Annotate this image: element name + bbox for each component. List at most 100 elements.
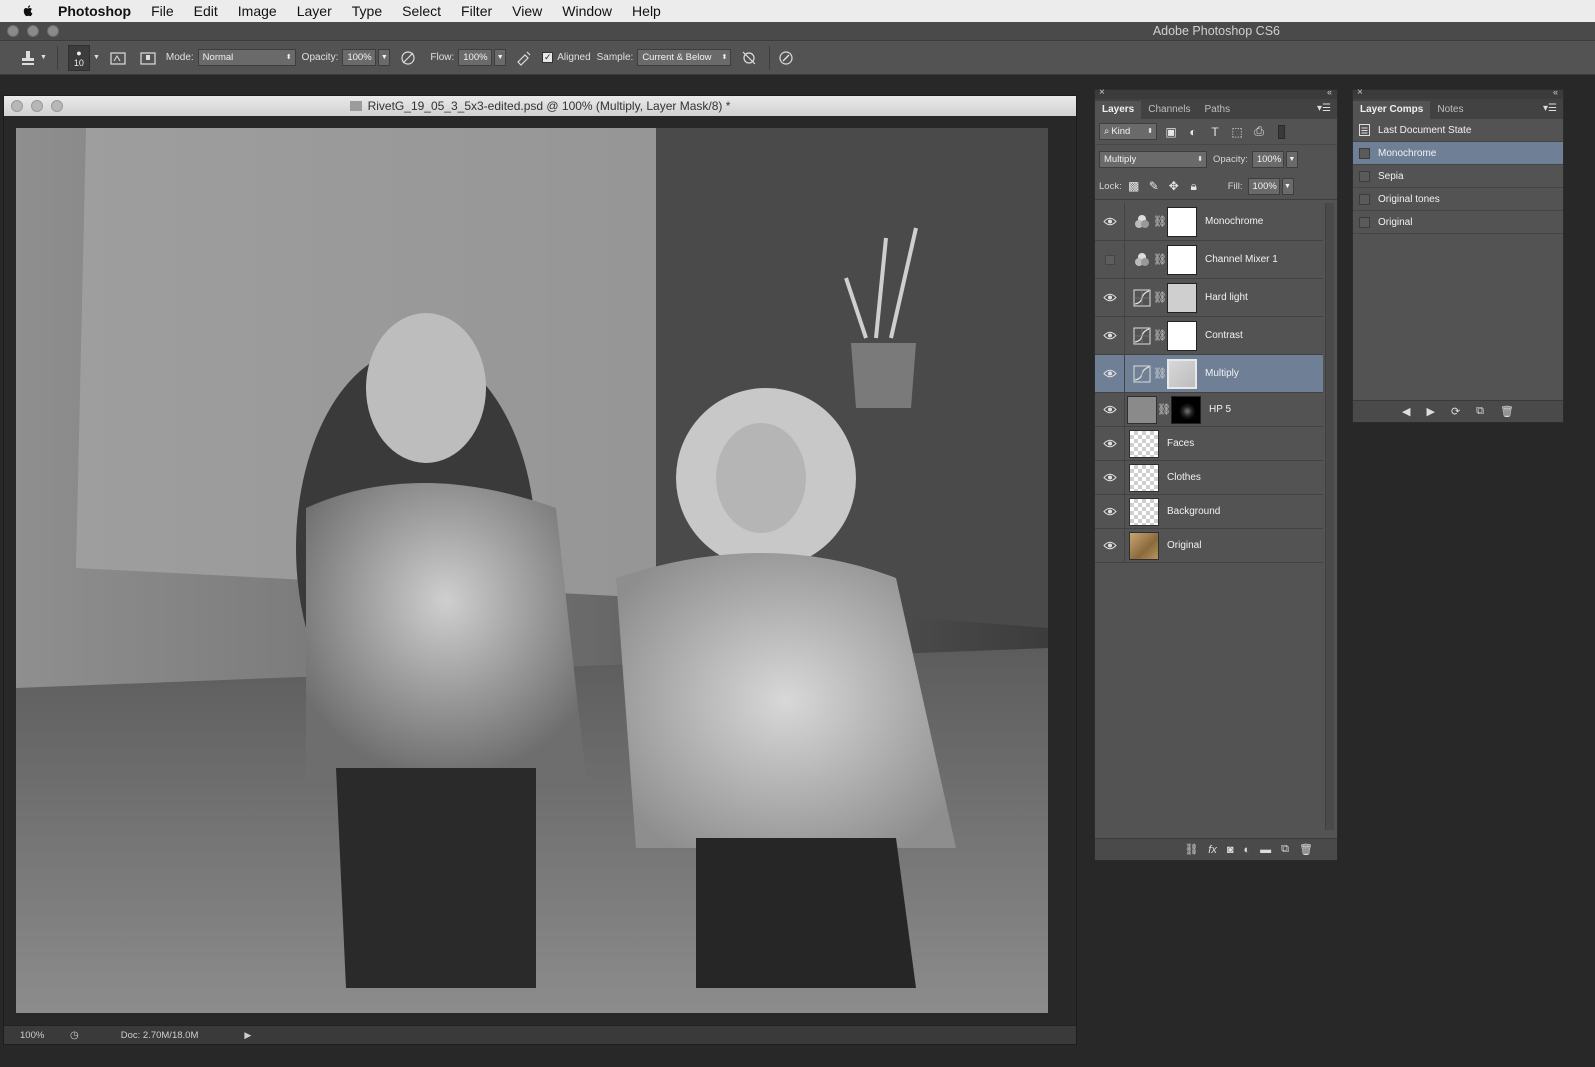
- pressure-opacity-icon[interactable]: [396, 47, 420, 69]
- layer-mask-thumbnail[interactable]: [1167, 320, 1197, 351]
- filter-toggle-switch[interactable]: [1273, 124, 1289, 140]
- lock-transparent-pixels-icon[interactable]: ▩: [1126, 178, 1142, 194]
- lock-position-icon[interactable]: ✥: [1166, 178, 1182, 194]
- layer-thumbnail[interactable]: [1129, 497, 1159, 526]
- menu-filter[interactable]: Filter: [451, 3, 502, 19]
- visibility-toggle[interactable]: [1095, 529, 1125, 562]
- update-comp-icon[interactable]: ⟳: [1451, 405, 1460, 418]
- link-icon[interactable]: ⛓︎: [1157, 403, 1171, 416]
- new-group-folder-icon[interactable]: ▬: [1260, 844, 1271, 856]
- blend-mode-select[interactable]: Multiply ⬍: [1099, 150, 1207, 168]
- layer-name[interactable]: Background: [1167, 506, 1220, 517]
- layer-name[interactable]: HP 5: [1209, 404, 1231, 415]
- link-icon[interactable]: ⛓︎: [1153, 329, 1167, 342]
- apply-comp-checkbox[interactable]: [1359, 147, 1370, 159]
- menu-file[interactable]: File: [141, 3, 184, 19]
- filter-pixel-icon[interactable]: ▣: [1163, 124, 1179, 140]
- menu-window[interactable]: Window: [552, 3, 622, 19]
- aligned-checkbox[interactable]: ✓: [542, 52, 554, 63]
- layer-comp-item[interactable]: Original: [1353, 211, 1563, 234]
- visibility-toggle[interactable]: [1095, 279, 1125, 316]
- layer-thumbnail[interactable]: [1129, 531, 1159, 560]
- flow-field[interactable]: 100%: [458, 49, 493, 66]
- add-mask-icon[interactable]: ◙: [1227, 844, 1234, 856]
- tab-layers[interactable]: Layers: [1095, 101, 1142, 119]
- tab-notes[interactable]: Notes: [1430, 101, 1470, 119]
- zoom-window-button[interactable]: [47, 25, 59, 37]
- apply-comp-checkbox[interactable]: [1359, 193, 1370, 205]
- clone-source-panel-icon[interactable]: [136, 47, 160, 69]
- layer-row[interactable]: ⛓︎ Channel Mixer 1: [1095, 241, 1323, 279]
- layer-name[interactable]: Faces: [1167, 438, 1194, 449]
- visibility-toggle[interactable]: [1095, 393, 1125, 426]
- clone-stamp-icon[interactable]: [16, 47, 40, 69]
- previous-comp-icon[interactable]: ◀: [1402, 405, 1410, 418]
- ignore-adjustment-layers-icon[interactable]: [737, 47, 761, 69]
- brush-picker-arrow[interactable]: ▼: [93, 54, 100, 61]
- layer-name[interactable]: Clothes: [1167, 472, 1201, 483]
- visibility-toggle[interactable]: [1095, 427, 1125, 460]
- layer-opacity-field[interactable]: 100%: [1251, 150, 1284, 168]
- opacity-dropdown[interactable]: ▼: [378, 49, 391, 66]
- layer-row[interactable]: Original: [1095, 529, 1323, 563]
- zoom-level[interactable]: 100%: [20, 1030, 60, 1041]
- tab-layer-comps[interactable]: Layer Comps: [1353, 101, 1431, 119]
- layer-comp-item[interactable]: Last Document State: [1353, 119, 1563, 142]
- link-icon[interactable]: ⛓︎: [1153, 367, 1167, 380]
- apply-comp-checkbox[interactable]: [1359, 170, 1370, 182]
- menu-select[interactable]: Select: [392, 3, 451, 19]
- delete-comp-trash-icon[interactable]: 🗑︎: [1500, 405, 1514, 418]
- menu-type[interactable]: Type: [342, 3, 392, 19]
- layer-thumbnail[interactable]: [1127, 395, 1157, 424]
- visibility-toggle[interactable]: [1095, 317, 1125, 354]
- flow-dropdown[interactable]: ▼: [494, 49, 507, 66]
- panel-menu-icon[interactable]: ▾☰: [1543, 103, 1557, 114]
- apple-icon[interactable]: [18, 4, 38, 18]
- layer-comp-item[interactable]: Sepia: [1353, 165, 1563, 188]
- photo-canvas[interactable]: [16, 128, 1048, 1013]
- next-comp-icon[interactable]: ▶: [1426, 405, 1434, 418]
- layer-row[interactable]: ⛓︎ HP 5: [1095, 393, 1323, 427]
- lock-image-pixels-icon[interactable]: ✎: [1146, 178, 1162, 194]
- filter-kind-select[interactable]: ⌕ Kind ⬍: [1099, 123, 1157, 140]
- link-icon[interactable]: ⛓︎: [1153, 253, 1167, 266]
- layer-row[interactable]: Background: [1095, 495, 1323, 529]
- menu-image[interactable]: Image: [228, 3, 287, 19]
- menu-view[interactable]: View: [502, 3, 552, 19]
- new-adjustment-layer-icon[interactable]: ◐: [1244, 844, 1251, 856]
- new-layer-icon[interactable]: ⧉: [1281, 843, 1289, 856]
- sample-select[interactable]: Current & Below ⬍: [637, 49, 732, 66]
- collapse-panel-icon[interactable]: «: [1553, 87, 1558, 97]
- close-panel-icon[interactable]: ×: [1099, 87, 1105, 98]
- close-window-button[interactable]: [7, 25, 19, 37]
- layer-thumbnail[interactable]: [1129, 429, 1159, 458]
- tab-channels[interactable]: Channels: [1141, 101, 1197, 119]
- new-comp-icon[interactable]: ⧉: [1476, 405, 1484, 418]
- visibility-toggle[interactable]: [1095, 241, 1125, 278]
- menu-app-name[interactable]: Photoshop: [48, 3, 141, 19]
- close-panel-icon[interactable]: ×: [1357, 87, 1363, 98]
- collapse-panel-icon[interactable]: «: [1327, 87, 1332, 97]
- layer-comp-item-selected[interactable]: Monochrome: [1353, 142, 1563, 165]
- filter-type-icon[interactable]: T: [1207, 124, 1223, 140]
- layer-thumbnail[interactable]: [1129, 463, 1159, 492]
- opacity-field[interactable]: 100%: [342, 49, 377, 66]
- link-layers-icon[interactable]: ⛓︎: [1184, 843, 1198, 856]
- layer-row[interactable]: ⛓︎ Hard light: [1095, 279, 1323, 317]
- canvas-area[interactable]: [4, 116, 1076, 1025]
- layer-mask-thumbnail[interactable]: [1167, 206, 1197, 237]
- layer-style-fx-icon[interactable]: fx: [1208, 844, 1217, 856]
- status-menu-arrow-icon[interactable]: ▶: [244, 1030, 251, 1041]
- tool-preset-dropdown-arrow[interactable]: ▼: [40, 54, 47, 61]
- visibility-toggle[interactable]: [1095, 355, 1125, 392]
- layer-row[interactable]: ⛓︎ Monochrome: [1095, 203, 1323, 241]
- layer-mask-thumbnail[interactable]: [1171, 395, 1201, 424]
- visibility-toggle[interactable]: [1095, 495, 1125, 528]
- link-icon[interactable]: ⛓︎: [1153, 291, 1167, 304]
- layer-row[interactable]: ⛓︎ Contrast: [1095, 317, 1323, 355]
- layer-name[interactable]: Original: [1167, 540, 1201, 551]
- layer-mask-thumbnail[interactable]: [1167, 282, 1197, 313]
- mode-select[interactable]: Normal ⬍: [197, 49, 296, 66]
- layer-row[interactable]: Clothes: [1095, 461, 1323, 495]
- layer-name[interactable]: Channel Mixer 1: [1205, 254, 1278, 265]
